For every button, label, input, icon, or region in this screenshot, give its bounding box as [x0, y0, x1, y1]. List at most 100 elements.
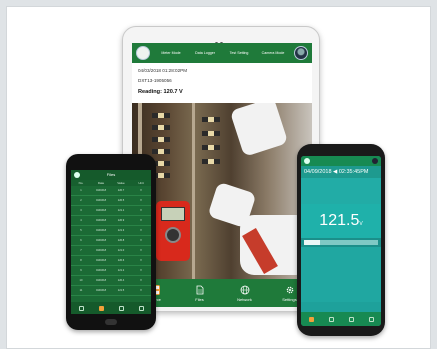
reading-unit: V [359, 221, 363, 227]
chart-area [301, 247, 381, 302]
list-cell: 04/03/18 [95, 209, 107, 212]
app-logo-icon[interactable] [74, 172, 80, 178]
nav-files-label: Files [195, 296, 204, 302]
list-cell: 8 [80, 259, 82, 262]
reading-info: 04/03/2018 01:28:02PM DXT13-1905056 Read… [132, 63, 312, 103]
spacer [301, 178, 381, 204]
list-cell: 4 [80, 219, 82, 222]
list-cell: 1 [80, 189, 82, 192]
list-cell: 9 [80, 269, 82, 272]
nav-network[interactable]: Network [222, 279, 267, 307]
phone-left-device: Files No. Date Value Unit 1 04/03/18 120.7… [66, 154, 156, 330]
list-item[interactable]: 2 04/03/18 120.5 V [71, 196, 151, 206]
nav-files[interactable] [91, 302, 111, 314]
list-cell: 04/03/18 [95, 189, 107, 192]
list-cell: 04/03/18 [95, 259, 107, 262]
reading-display: 121.5V [301, 204, 381, 238]
list-cell: 04/03/18 [95, 229, 107, 232]
list-item[interactable]: 6 04/03/18 120.8 V [71, 236, 151, 246]
file-icon [98, 305, 104, 311]
list-item[interactable]: 10 04/03/18 120.4 V [71, 276, 151, 286]
globe-icon [240, 285, 249, 294]
list-cell: V [140, 229, 142, 232]
nav-settings[interactable] [361, 312, 381, 326]
list-item[interactable]: 1 04/03/18 120.7 V [71, 186, 151, 196]
tab-data-logger[interactable]: Data Logger [188, 51, 222, 55]
app-logo-icon[interactable] [136, 46, 150, 60]
list-cell: 6 [80, 239, 82, 242]
list-cell: 7 [80, 249, 82, 252]
phone-right-bottom-nav [301, 312, 381, 326]
list-cell: 5 [80, 229, 82, 232]
list-cell: V [140, 199, 142, 202]
list-cell: 120.6 [117, 259, 125, 262]
phone-left-title: Files [106, 172, 116, 177]
tablet-bottom-nav: Source Files Network Settings [132, 279, 312, 307]
nav-files[interactable]: Files [177, 279, 222, 307]
nav-settings[interactable] [131, 302, 151, 314]
list-item[interactable]: 4 04/03/18 120.9 V [71, 216, 151, 226]
list-cell: 121.0 [117, 249, 125, 252]
list-item[interactable]: 7 04/03/18 121.0 V [71, 246, 151, 256]
list-item[interactable]: 9 04/03/18 121.2 V [71, 266, 151, 276]
level-bar [301, 238, 381, 247]
grid-icon [78, 305, 84, 311]
device-id: DXT13-1905056 [138, 78, 172, 83]
list-cell: 2 [80, 199, 82, 202]
list-item[interactable]: 11 04/03/18 121.5 V [71, 286, 151, 296]
phone-left-bottom-nav [71, 302, 151, 314]
list-cell: V [140, 259, 142, 262]
gear-icon [286, 286, 293, 293]
list-cell: 121.5 [117, 289, 125, 292]
nav-settings-label: Settings [282, 296, 297, 302]
list-item[interactable]: 5 04/03/18 121.3 V [71, 226, 151, 236]
list-cell: V [140, 269, 142, 272]
list-cell: 3 [80, 209, 82, 212]
list-cell: V [140, 279, 142, 282]
list-cell: V [140, 219, 142, 222]
app-logo-icon[interactable] [304, 158, 310, 164]
user-avatar-icon[interactable] [294, 46, 308, 60]
phone-right-header [301, 156, 381, 166]
nav-files[interactable] [321, 312, 341, 326]
file-icon [196, 285, 203, 294]
gear-icon [368, 316, 374, 322]
tab-meter-mode[interactable]: Meter Mode [154, 51, 188, 55]
camera-photo [132, 103, 312, 279]
level-bar-fill [304, 240, 321, 245]
list-cell: 120.4 [117, 279, 125, 282]
camera-icon [215, 32, 227, 45]
tab-camera-mode[interactable]: Camera Mode [256, 51, 290, 55]
nav-network[interactable] [111, 302, 131, 314]
list-cell: 121.3 [117, 229, 125, 232]
nav-network[interactable] [341, 312, 361, 326]
phone-left-header: Files [71, 170, 151, 180]
home-button[interactable] [105, 319, 117, 325]
list-cell: 120.8 [117, 239, 125, 242]
list-cell: 120.5 [117, 199, 125, 202]
list-cell: 04/03/18 [95, 199, 107, 202]
tab-test-setting[interactable]: Test Setting [222, 51, 256, 55]
user-avatar-icon[interactable] [372, 158, 378, 164]
list-cell: 121.1 [117, 209, 125, 212]
tablet-screen: Meter Mode Data Logger Test Setting Came… [132, 43, 312, 307]
gear-icon [138, 305, 144, 311]
list-item[interactable]: 8 04/03/18 120.6 V [71, 256, 151, 266]
nav-source[interactable] [71, 302, 91, 314]
nav-source[interactable] [301, 312, 321, 326]
list-cell: 120.9 [117, 219, 125, 222]
list-item[interactable]: 3 04/03/18 121.1 V [71, 206, 151, 216]
nav-network-label: Network [237, 296, 252, 302]
list-cell: V [140, 209, 142, 212]
grid-icon [308, 316, 314, 322]
multimeter-image [156, 201, 190, 261]
reading-datetime: 04/03/2018 01:28:02PM [138, 68, 188, 73]
file-list: 1 04/03/18 120.7 V 2 04/03/18 120.5 V 3 04/03/18 1… [71, 186, 151, 296]
list-cell: 04/03/18 [95, 219, 107, 222]
list-cell: 04/03/18 [95, 279, 107, 282]
phone-right-device: 04/09/2018 ◀ 02:35:45PM 121.5V [297, 144, 385, 336]
list-cell: 121.2 [117, 269, 125, 272]
list-cell: 04/03/18 [95, 239, 107, 242]
file-icon [328, 316, 334, 322]
globe-icon [118, 305, 124, 311]
